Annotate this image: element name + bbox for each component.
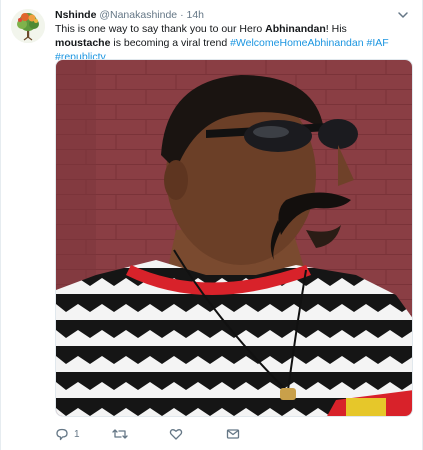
heart-icon (169, 429, 183, 440)
timestamp[interactable]: 14h (186, 9, 204, 21)
author-handle[interactable]: @Nanakashinde (99, 9, 177, 21)
author-name[interactable]: Nshinde (55, 9, 96, 21)
reply-icon (56, 428, 68, 441)
tweet-text-part: is becoming a viral trend (110, 37, 231, 49)
avatar-tree-image (11, 9, 45, 43)
action-bar: 1 (55, 426, 355, 442)
direct-message-button[interactable] (226, 426, 240, 442)
retweet-button[interactable] (112, 426, 133, 442)
envelope-icon (226, 429, 240, 439)
man-with-moustache-photo (56, 60, 412, 416)
tweet-photo[interactable] (55, 59, 413, 417)
hashtag-iaf[interactable]: #IAF (366, 37, 388, 49)
reply-button[interactable]: 1 (55, 426, 80, 442)
reply-count: 1 (74, 428, 80, 440)
retweet-icon (112, 429, 128, 439)
avatar[interactable] (11, 9, 45, 43)
tweet-card[interactable]: Nshinde @Nanakashinde · 14h This is one … (0, 0, 423, 450)
tweet-header: Nshinde @Nanakashinde · 14h (55, 9, 392, 22)
tweet-text-part: This is one way to say thank you to our … (55, 23, 266, 35)
separator-dot: · (180, 9, 184, 21)
hashtag-welcomehomeabhinandan[interactable]: #WelcomeHomeAbhinandan (230, 37, 363, 49)
tweet-text: This is one way to say thank you to our … (55, 22, 400, 64)
tweet-text-part: ! His (325, 23, 347, 35)
mention-bold-name: Abhinandan (265, 23, 326, 35)
like-button[interactable] (169, 426, 188, 442)
more-options-chevron-icon[interactable] (396, 8, 410, 22)
bold-word-moustache: moustache (55, 37, 111, 49)
